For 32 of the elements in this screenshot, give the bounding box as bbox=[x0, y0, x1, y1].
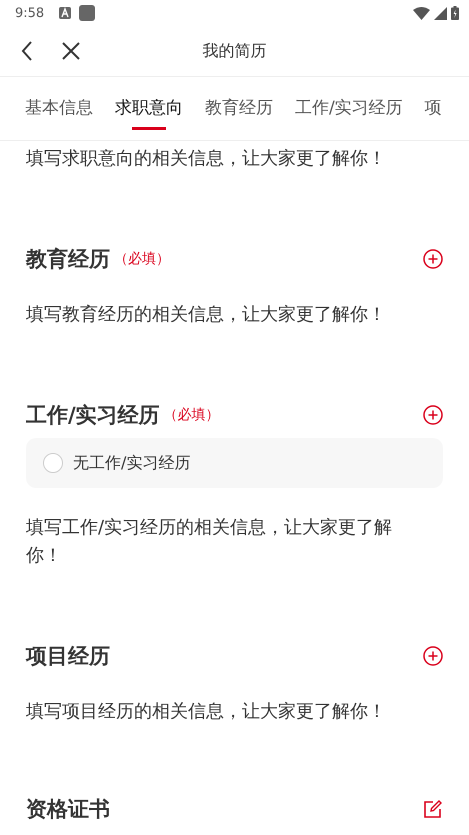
tab[interactable]: 教育经历 bbox=[194, 77, 284, 140]
required-label: （必填） bbox=[114, 250, 170, 268]
notification-icon bbox=[79, 5, 96, 21]
tab-indicator bbox=[132, 127, 166, 130]
tab[interactable]: 项 bbox=[414, 77, 453, 140]
edit-icon[interactable] bbox=[423, 799, 443, 819]
add-icon[interactable] bbox=[423, 405, 443, 425]
signal-icon bbox=[434, 6, 447, 20]
tab[interactable]: 基本信息 bbox=[14, 77, 104, 140]
back-icon[interactable] bbox=[21, 41, 33, 61]
wifi-icon bbox=[413, 6, 430, 20]
section-title: 资格证书 bbox=[26, 796, 110, 823]
section-description: 填写教育经历的相关信息，让大家更了解你！ bbox=[26, 303, 387, 327]
tab[interactable]: 求职意向 bbox=[104, 77, 194, 140]
add-icon[interactable] bbox=[423, 249, 443, 269]
option-row[interactable]: 无工作/实习经历 bbox=[26, 438, 443, 488]
option-label: 无工作/实习经历 bbox=[73, 452, 190, 474]
tab[interactable]: 工作/实习经历 bbox=[284, 77, 414, 140]
section-title: 工作/实习经历 bbox=[26, 402, 160, 429]
section-title: 项目经历 bbox=[26, 643, 110, 670]
status-time: 9:58 bbox=[15, 6, 44, 20]
section-title: 教育经历 bbox=[26, 246, 110, 273]
required-label: （必填） bbox=[164, 406, 220, 424]
battery-icon bbox=[451, 6, 459, 20]
section-description: 填写工作/实习经历的相关信息，让大家更了解你！ bbox=[26, 516, 394, 568]
section-description: 填写项目经历的相关信息，让大家更了解你！ bbox=[26, 700, 387, 724]
page-title: 我的简历 bbox=[202, 40, 268, 62]
close-icon[interactable] bbox=[62, 42, 80, 60]
section-description: 填写求职意向的相关信息，让大家更了解你！ bbox=[26, 147, 387, 171]
radio-button[interactable] bbox=[43, 453, 63, 473]
add-icon[interactable] bbox=[423, 646, 443, 666]
notification-icon bbox=[59, 7, 72, 19]
